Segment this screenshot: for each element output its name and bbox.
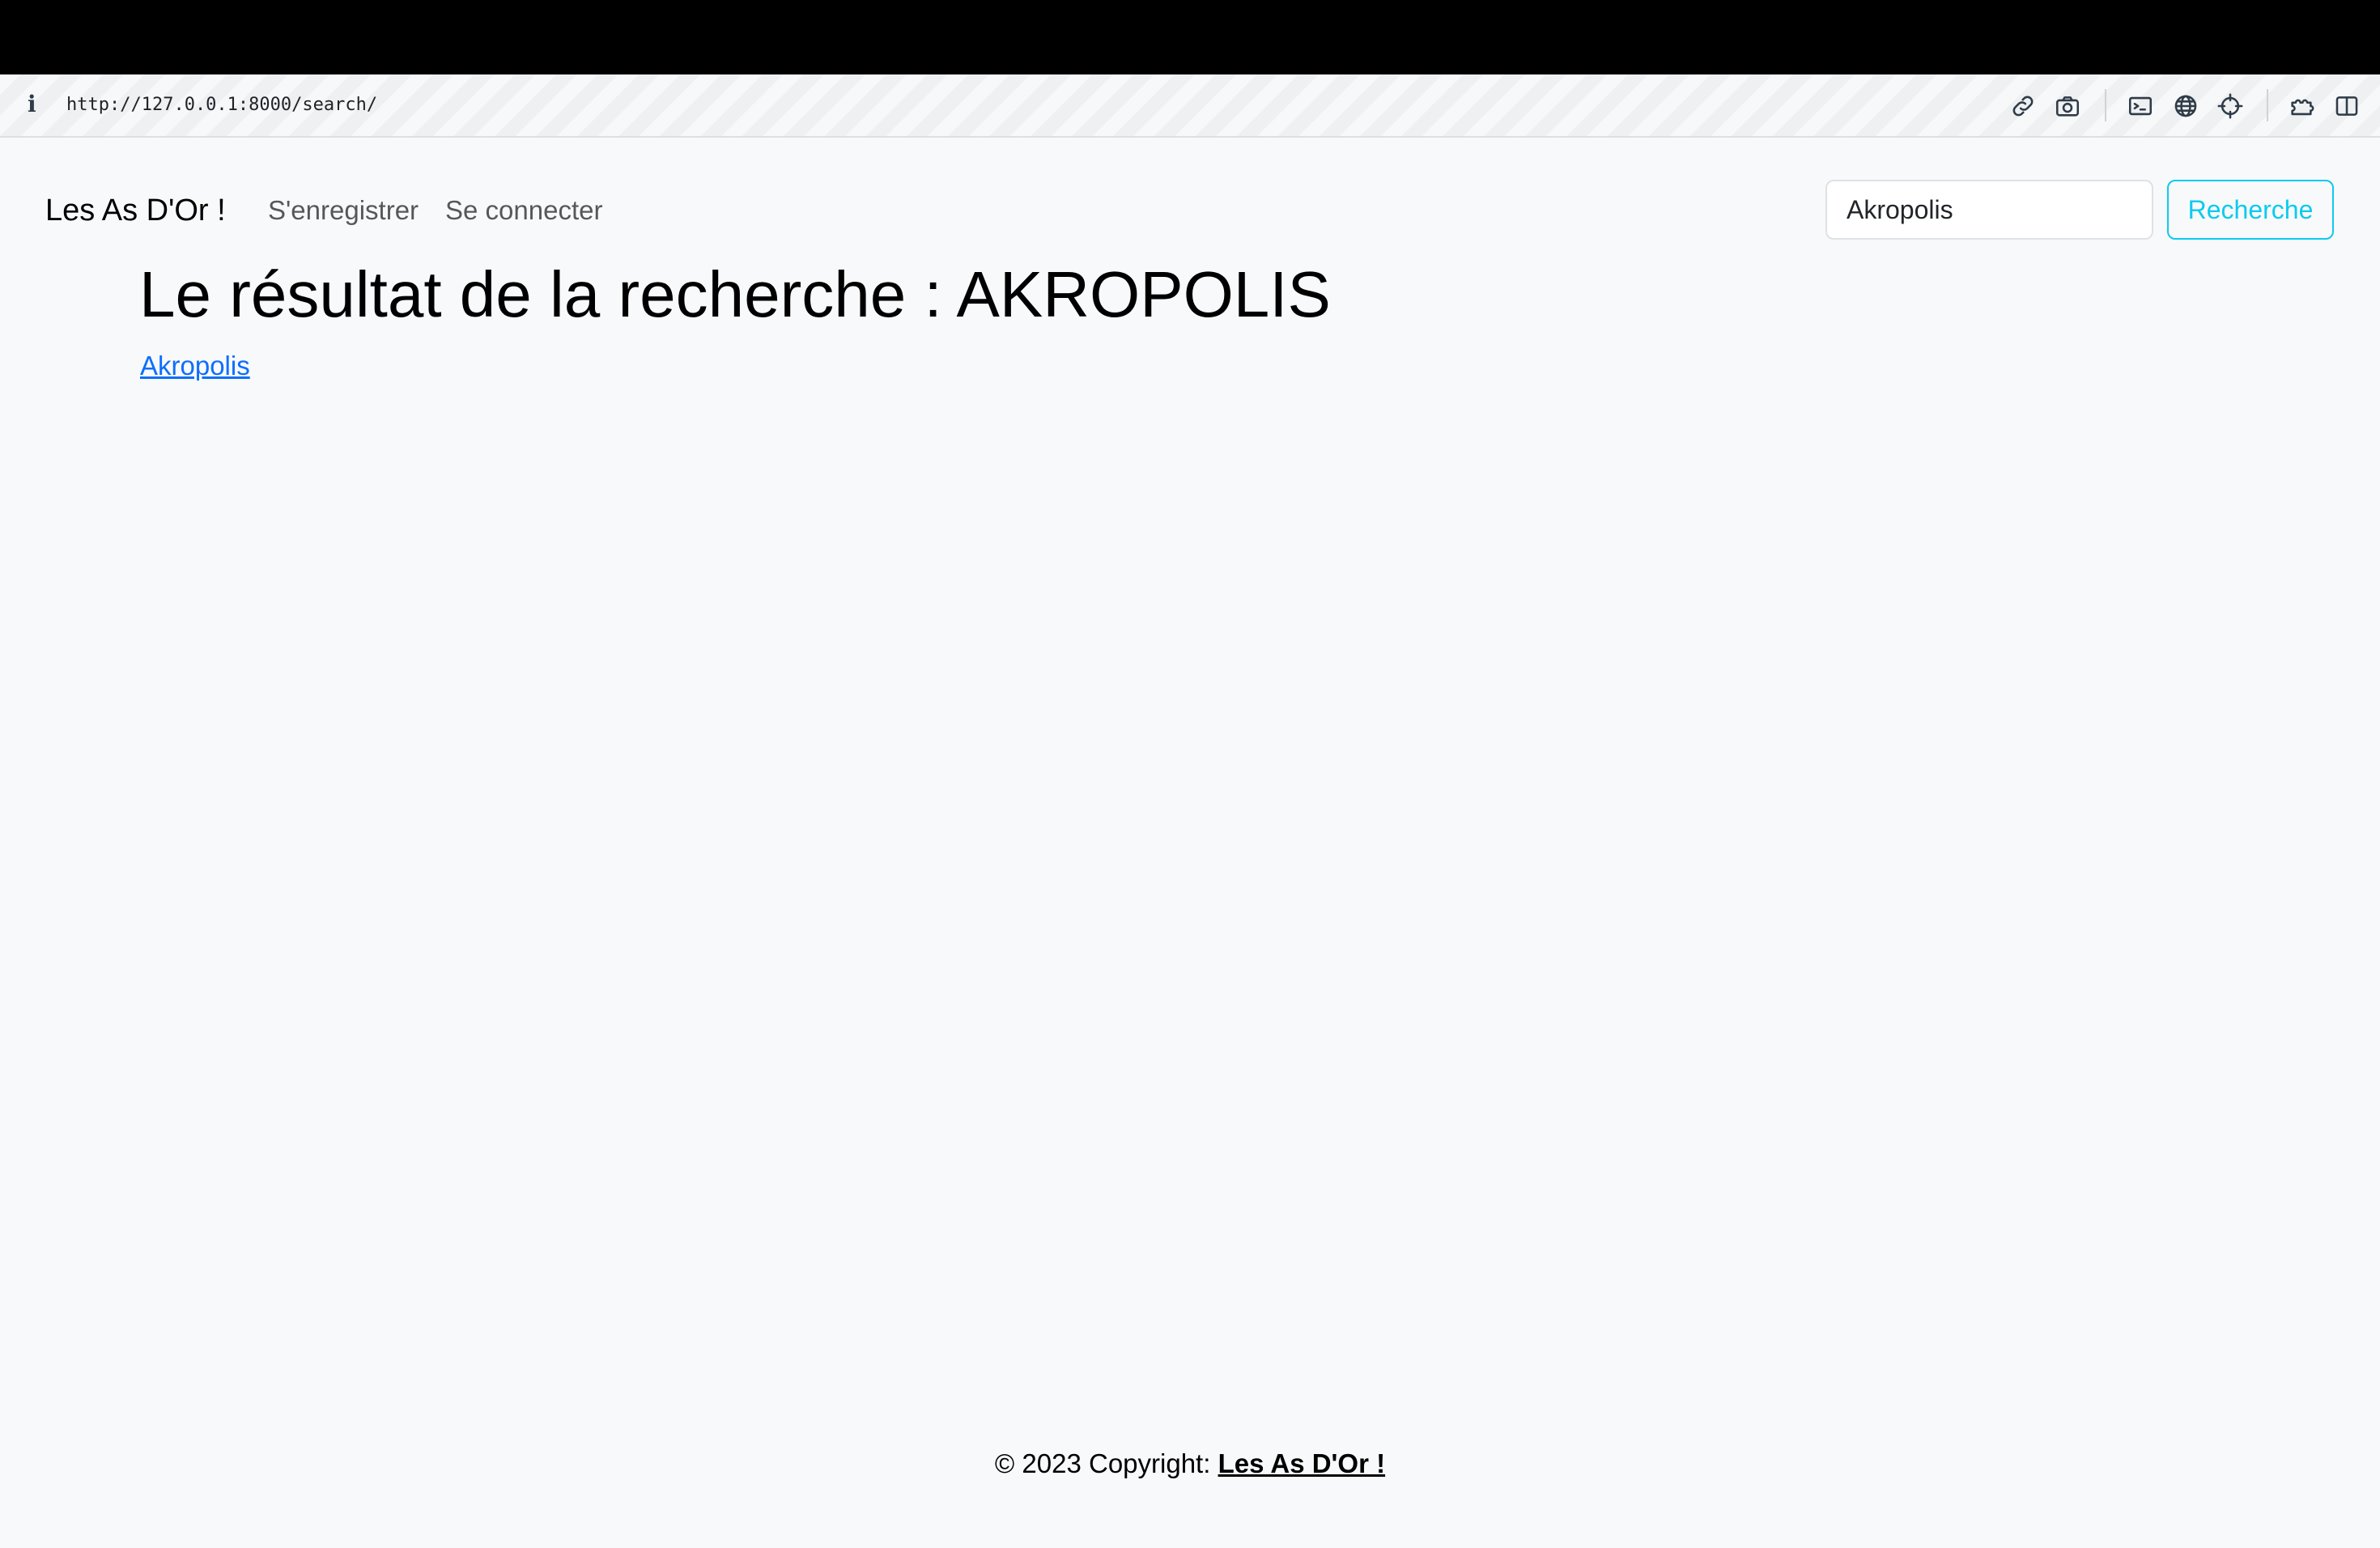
info-icon[interactable]: i xyxy=(28,92,44,117)
browser-address-bar: i http://127.0.0.1:8000/search/ xyxy=(0,74,2380,138)
nav-link-login[interactable]: Se connecter xyxy=(445,193,602,228)
navbar-brand[interactable]: Les As D'Or ! xyxy=(45,191,226,230)
search-input[interactable] xyxy=(1825,180,2153,240)
extensions-icon[interactable] xyxy=(2288,92,2315,120)
search-result-link[interactable]: Akropolis xyxy=(140,348,250,384)
url-text[interactable]: http://127.0.0.1:8000/search/ xyxy=(66,94,377,117)
crosshair-icon[interactable] xyxy=(2216,92,2244,120)
search-button[interactable]: Recherche xyxy=(2167,180,2334,240)
nav-link-register[interactable]: S'enregistrer xyxy=(268,193,419,228)
page-title: Le résultat de la recherche : AKROPOLIS xyxy=(139,258,1331,330)
footer: © 2023 Copyright: Les As D'Or ! xyxy=(0,1446,2380,1482)
footer-copyright: © 2023 Copyright: xyxy=(994,1448,1218,1478)
window-top-bar xyxy=(0,0,2380,74)
footer-link[interactable]: Les As D'Or ! xyxy=(1218,1448,1386,1478)
camera-icon[interactable] xyxy=(2054,92,2081,120)
terminal-icon[interactable] xyxy=(2127,92,2154,120)
toolbar-divider xyxy=(2267,89,2268,121)
link-icon[interactable] xyxy=(2009,92,2037,120)
sidebar-icon[interactable] xyxy=(2333,92,2361,120)
toolbar-divider xyxy=(2105,89,2106,121)
globe-icon[interactable] xyxy=(2172,92,2199,120)
